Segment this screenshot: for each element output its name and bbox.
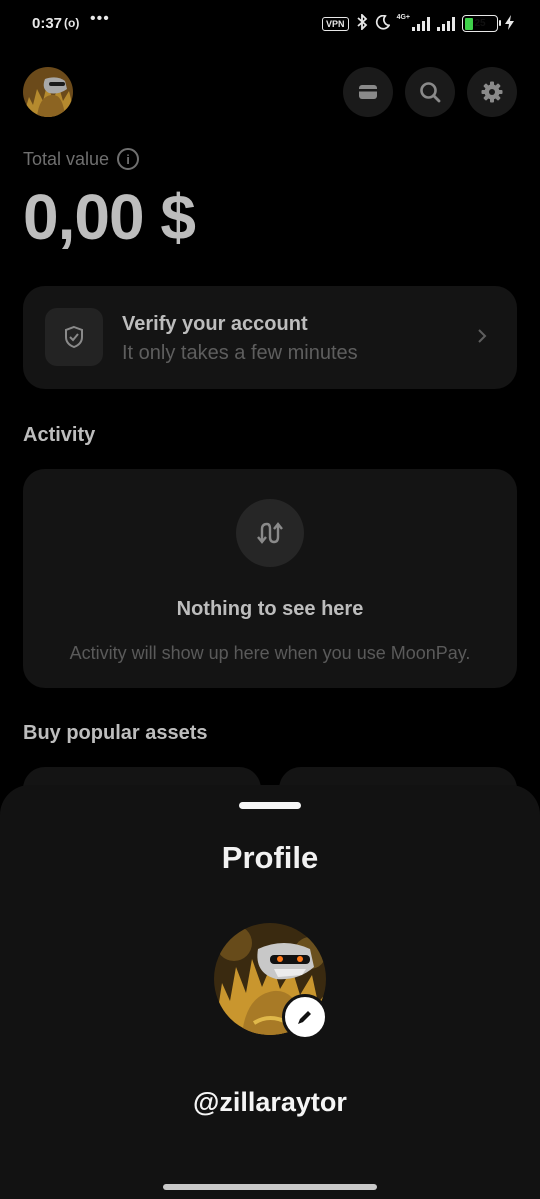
activity-card: Nothing to see here Activity will show u… [23,469,517,688]
sheet-title: Profile [221,840,319,875]
buy-assets-heading: Buy popular assets [23,722,208,744]
total-value-label: Total value i [23,148,140,170]
card-icon [359,85,377,99]
pencil-icon [298,1011,311,1024]
charging-icon [505,14,514,33]
transfer-arrows-icon [236,499,304,567]
profile-bottom-sheet: Profile @zillaraytor [0,785,540,1199]
home-indicator[interactable] [163,1184,377,1190]
verify-account-card[interactable]: Verify your account It only takes a few … [23,286,517,389]
shield-check-icon [45,308,103,366]
settings-button[interactable] [467,67,517,117]
search-button[interactable] [405,67,455,117]
activity-empty-description: Activity will show up here when you use … [69,643,471,663]
total-value-amount: 0,00 $ [23,181,196,253]
edit-avatar-button[interactable] [282,994,328,1040]
network-type: 4G+ [396,14,410,21]
verify-title: Verify your account [122,313,308,335]
verify-subtitle: It only takes a few minutes [122,342,358,364]
status-time: 0:37 [32,15,63,32]
sheet-drag-handle[interactable] [239,802,301,809]
more-notifications-icon: ••• [90,10,110,27]
vpn-badge: VPN [322,16,349,31]
moon-icon [375,14,390,33]
dinosaur-avatar-icon [23,67,73,117]
info-icon[interactable]: i [117,148,140,170]
total-value-text: Total value [23,148,110,169]
gear-icon [481,81,503,103]
record-indicator: (o) [64,16,80,30]
battery-icon: 25 [462,15,501,32]
card-button[interactable] [343,67,393,117]
profile-avatar-button[interactable] [23,67,73,117]
activity-empty-title: Nothing to see here [176,598,364,620]
signal-icon-1 [412,16,430,31]
profile-username: @zillaraytor [193,1087,347,1117]
status-bar: 0:37 (o) ••• VPN 4G+ 25 [0,0,540,50]
battery-level: 25 [474,18,486,29]
signal-icon-2 [437,16,455,31]
bluetooth-icon [356,12,368,33]
search-icon [420,82,441,103]
activity-heading: Activity [23,424,96,446]
status-icons: VPN 4G+ 25 [322,12,514,33]
chevron-right-icon [477,324,487,350]
